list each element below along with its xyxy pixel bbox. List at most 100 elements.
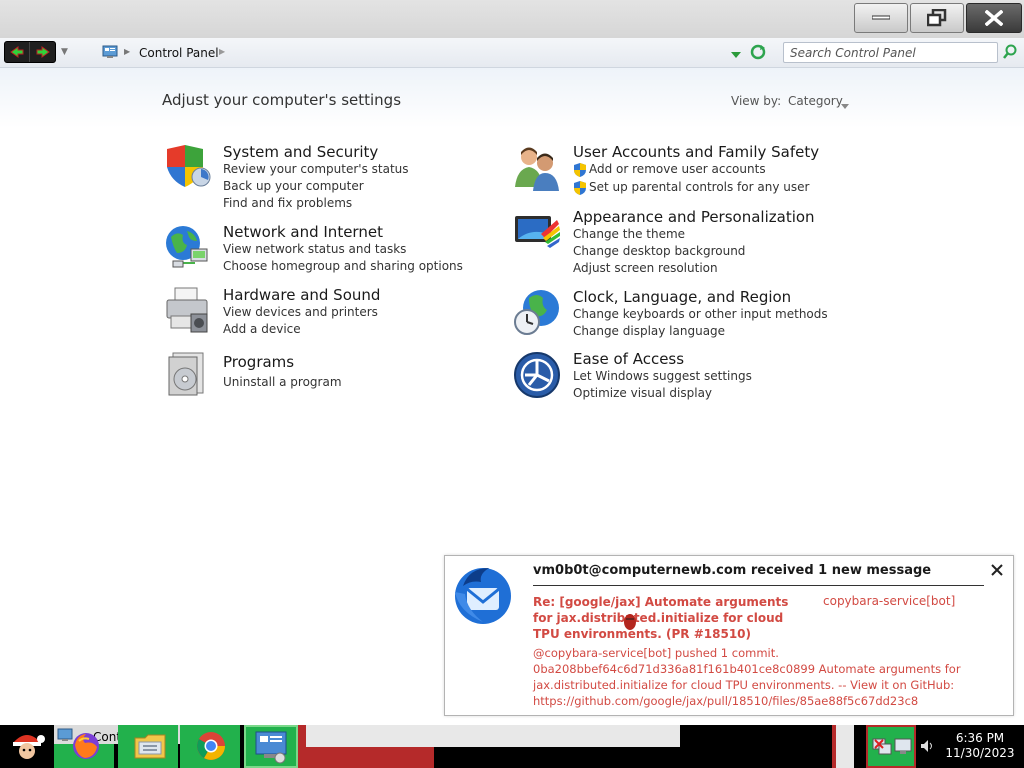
category-link[interactable]: View network status and tasks	[223, 242, 406, 256]
volume-tray-icon[interactable]	[920, 739, 934, 756]
category-title[interactable]: System and Security	[223, 143, 378, 161]
category-title[interactable]: Ease of Access	[573, 350, 684, 368]
category-link[interactable]: Change the theme	[573, 227, 685, 241]
forward-button[interactable]	[30, 42, 55, 62]
restore-icon	[927, 9, 947, 27]
category-link[interactable]: Adjust screen resolution	[573, 261, 718, 275]
address-dropdown-button[interactable]	[731, 48, 741, 62]
clock-time: 6:36 PM	[955, 731, 1005, 745]
category-hardware-sound: Hardware and Sound View devices and prin…	[163, 286, 463, 341]
notification-close-button[interactable]	[991, 564, 1003, 579]
category-title[interactable]: Hardware and Sound	[223, 286, 380, 304]
category-link[interactable]: Let Windows suggest settings	[573, 369, 752, 383]
recent-pages-dropdown[interactable]: ▼	[61, 47, 68, 57]
category-title[interactable]: User Accounts and Family Safety	[573, 143, 819, 161]
category-clock-language-region: Clock, Language, and Region Change keybo…	[513, 288, 833, 343]
category-link[interactable]: Choose homegroup and sharing options	[223, 259, 463, 273]
uac-shield-icon	[574, 163, 586, 177]
category-appearance: Appearance and Personalization Change th…	[513, 208, 833, 278]
users-icon[interactable]	[513, 143, 563, 193]
category-title[interactable]: Appearance and Personalization	[573, 208, 815, 226]
start-button[interactable]	[2, 725, 52, 768]
window-controls	[854, 3, 1022, 33]
message-subject[interactable]: Re: [google/jax] Automate arguments for …	[533, 594, 803, 642]
firefox-icon	[73, 733, 99, 759]
action-center-tray-icon[interactable]	[894, 738, 912, 756]
category-link[interactable]: Change display language	[573, 324, 725, 338]
category-title[interactable]: Clock, Language, and Region	[573, 288, 791, 306]
network-globe-icon[interactable]	[163, 223, 213, 273]
minimize-icon	[872, 15, 890, 20]
notification-title: vm0b0t@computernewb.com received 1 new m…	[533, 563, 932, 578]
category-link[interactable]: Change keyboards or other input methods	[573, 307, 828, 321]
clock-globe-icon[interactable]	[513, 288, 563, 338]
close-button[interactable]	[966, 3, 1022, 33]
page-title: Adjust your computer's settings	[162, 91, 402, 109]
category-title[interactable]: Programs	[223, 353, 294, 371]
category-link[interactable]: Uninstall a program	[223, 375, 342, 389]
category-network-internet: Network and Internet View network status…	[163, 223, 463, 278]
divider	[533, 585, 984, 586]
back-button[interactable]	[5, 42, 30, 62]
category-link[interactable]: Find and fix problems	[223, 196, 352, 210]
back-arrow-icon	[10, 46, 24, 58]
taskbar: Control P 6:36 PM 11/30/2023	[0, 725, 1024, 768]
shield-icon[interactable]	[163, 143, 213, 193]
taskbar-empty-area	[306, 725, 680, 747]
close-icon	[991, 564, 1003, 576]
message-sender: copybara-service[bot]	[823, 594, 956, 608]
taskbar-explorer-button[interactable]	[128, 726, 172, 766]
chevron-down-icon[interactable]	[841, 98, 849, 112]
category-user-accounts: User Accounts and Family Safety Add or r…	[513, 143, 833, 203]
taskbar-firefox-button[interactable]	[66, 726, 106, 766]
mouse-cursor-icon	[622, 613, 638, 634]
tray-clock[interactable]: 6:36 PM 11/30/2023	[940, 731, 1020, 761]
chevron-down-icon	[731, 52, 741, 58]
view-by-label: View by:	[731, 94, 782, 108]
programs-icon[interactable]	[163, 351, 213, 401]
minimize-button[interactable]	[854, 3, 908, 33]
control-panel-icon	[102, 45, 118, 62]
message-preview: @copybara-service[bot] pushed 1 commit. …	[533, 645, 1003, 709]
network-tray-icon[interactable]	[872, 738, 892, 756]
category-link[interactable]: Optimize visual display	[573, 386, 712, 400]
category-ease-of-access: Ease of Access Let Windows suggest setti…	[513, 350, 833, 406]
category-link-text[interactable]: Set up parental controls for any user	[589, 180, 809, 194]
refresh-button[interactable]	[750, 44, 766, 63]
category-system-security: System and Security Review your computer…	[163, 143, 463, 213]
search-box	[783, 42, 998, 63]
category-link[interactable]: Add a device	[223, 322, 301, 336]
forward-arrow-icon	[36, 46, 50, 58]
message-preview-line: @copybara-service[bot] pushed 1 commit.	[533, 646, 779, 660]
close-icon	[985, 10, 1003, 26]
view-by-dropdown[interactable]: Category	[788, 94, 843, 108]
nav-buttons	[4, 41, 56, 63]
window-titlebar	[0, 0, 1024, 38]
refresh-icon	[750, 44, 766, 60]
taskbar-control-panel-active[interactable]	[244, 725, 298, 768]
category-link[interactable]: Change desktop background	[573, 244, 745, 258]
ease-of-access-icon[interactable]	[513, 351, 563, 401]
mail-notification[interactable]: vm0b0t@computernewb.com received 1 new m…	[444, 555, 1014, 716]
breadcrumb-separator[interactable]: ▶	[219, 47, 225, 56]
control-panel-icon	[255, 731, 287, 764]
start-santa-icon	[13, 734, 45, 763]
breadcrumb-separator[interactable]: ▶	[124, 47, 130, 56]
taskbar-chrome-button[interactable]	[190, 726, 232, 766]
category-link[interactable]: View devices and printers	[223, 305, 378, 319]
monitor-palette-icon[interactable]	[513, 208, 563, 258]
category-title[interactable]: Network and Internet	[223, 223, 383, 241]
uac-shield-icon	[574, 181, 586, 195]
breadcrumb-control-panel[interactable]: Control Panel	[139, 46, 219, 60]
category-link[interactable]: Back up your computer	[223, 179, 364, 193]
search-input[interactable]	[784, 43, 984, 62]
restore-button[interactable]	[910, 3, 964, 33]
category-link[interactable]: Review your computer's status	[223, 162, 409, 176]
category-programs: Programs Uninstall a program	[163, 351, 463, 401]
search-button[interactable]	[1003, 44, 1017, 62]
search-icon	[1003, 44, 1017, 59]
address-bar: ▼ ▶ Control Panel ▶	[0, 38, 1024, 68]
printer-icon[interactable]	[163, 286, 213, 336]
clock-date: 11/30/2023	[945, 746, 1015, 760]
category-link-text[interactable]: Add or remove user accounts	[589, 162, 766, 176]
